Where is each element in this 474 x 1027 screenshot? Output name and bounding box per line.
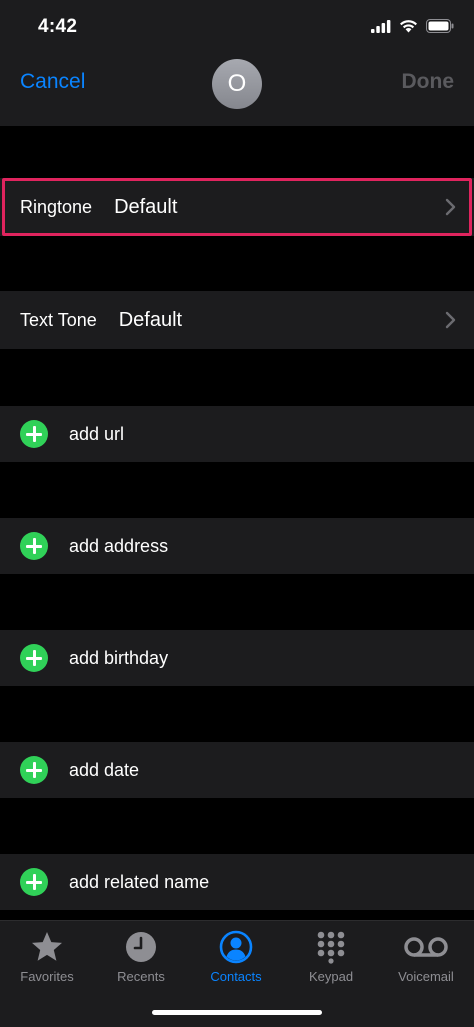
tab-contacts[interactable]: Contacts	[189, 929, 283, 984]
avatar-initial: O	[227, 70, 247, 97]
chevron-right-icon	[445, 311, 456, 329]
wifi-icon	[400, 20, 417, 33]
text-tone-label: Text Tone	[20, 309, 97, 330]
avatar[interactable]: O	[212, 59, 262, 109]
add-related-name-row[interactable]: add related name	[0, 854, 474, 910]
ringtone-value: Default	[114, 195, 178, 218]
tab-contacts-label: Contacts	[210, 969, 262, 984]
tab-favorites[interactable]: Favorites	[0, 929, 94, 984]
add-url-label: add url	[69, 423, 125, 444]
add-date-label: add date	[69, 759, 140, 780]
tab-keypad-label: Keypad	[308, 969, 354, 984]
ringtone-row[interactable]: Ringtone Default	[0, 178, 474, 236]
add-related-name-label: add related name	[69, 871, 210, 892]
add-birthday-label: add birthday	[69, 647, 169, 668]
tab-voicemail-label: Voicemail	[398, 969, 454, 984]
done-button[interactable]: Done	[402, 70, 455, 94]
add-icon	[20, 756, 48, 784]
status-bar: 4:42	[0, 0, 474, 56]
voicemail-icon	[404, 937, 448, 957]
add-icon	[20, 420, 48, 448]
add-url-row[interactable]: add url	[0, 406, 474, 462]
add-icon	[20, 532, 48, 560]
text-tone-value: Default	[118, 308, 183, 331]
add-birthday-row[interactable]: add birthday	[0, 630, 474, 686]
cellular-signal-icon	[371, 19, 391, 33]
tab-favorites-label: Favorites	[20, 969, 74, 984]
nav-bar: Cancel O Done	[0, 56, 474, 126]
tab-voicemail[interactable]: Voicemail	[379, 929, 473, 984]
add-address-label: add address	[69, 535, 169, 556]
star-icon	[32, 932, 62, 961]
tab-keypad[interactable]: Keypad	[284, 929, 378, 984]
add-address-row[interactable]: add address	[0, 518, 474, 574]
status-icons	[371, 19, 454, 33]
contact-icon	[219, 930, 253, 964]
add-date-row[interactable]: add date	[0, 742, 474, 798]
cancel-button[interactable]: Cancel	[20, 70, 85, 94]
tab-recents-label: Recents	[117, 969, 165, 984]
chevron-right-icon	[445, 198, 456, 216]
clock-icon	[126, 932, 156, 962]
keypad-icon	[317, 931, 345, 964]
tab-recents[interactable]: Recents	[94, 929, 188, 984]
add-icon	[20, 868, 48, 896]
add-icon	[20, 644, 48, 672]
status-time: 4:42	[38, 16, 78, 37]
ringtone-label: Ringtone	[20, 196, 93, 217]
contact-edit-list: Ringtone Default Text Tone Default add u…	[0, 126, 474, 920]
text-tone-row[interactable]: Text Tone Default	[0, 291, 474, 349]
battery-icon	[426, 19, 454, 33]
home-indicator[interactable]	[152, 1010, 322, 1015]
